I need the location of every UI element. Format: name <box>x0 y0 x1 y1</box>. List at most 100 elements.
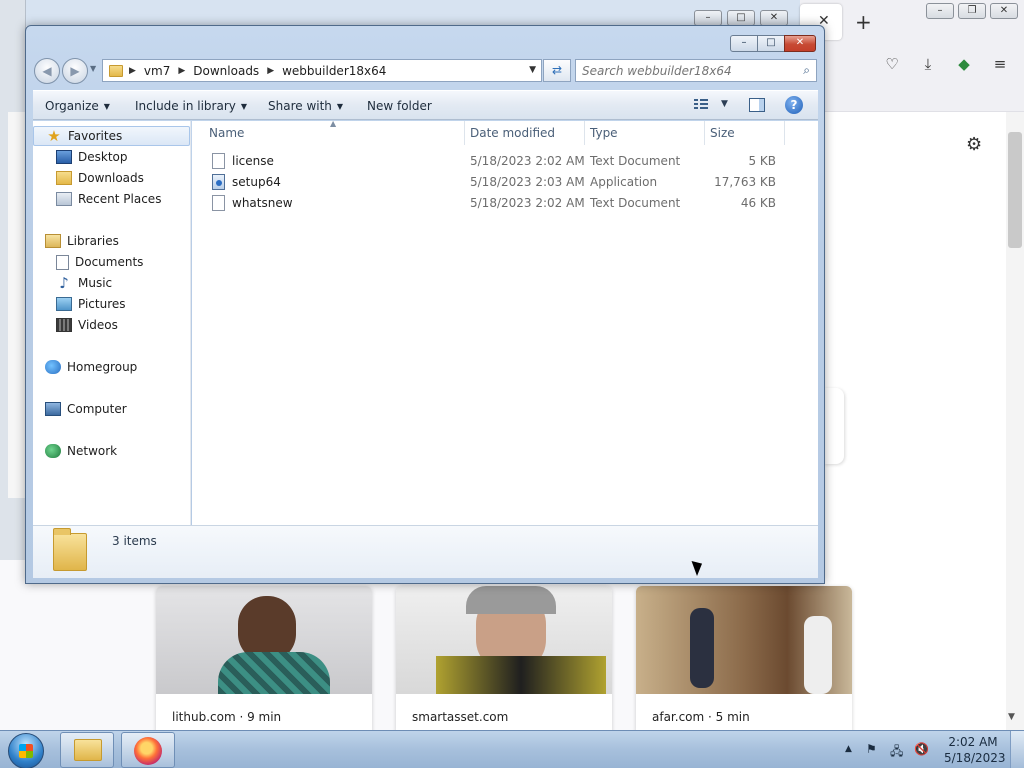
videos-icon <box>56 318 72 332</box>
include-in-library-button[interactable]: Include in library ▼ <box>135 99 247 113</box>
network-tray-icon[interactable]: 🖧 <box>890 742 903 763</box>
file-row[interactable]: whatsnew 5/18/2023 2:02 AM Text Document… <box>192 193 792 214</box>
menu-icon[interactable]: ≡ <box>990 54 1010 74</box>
nav-music[interactable]: ♪ Music <box>33 273 190 293</box>
address-bar[interactable]: ▶ vm7 ▶ Downloads ▶ webbuilder18x64 ▼ <box>102 59 542 82</box>
story-card[interactable]: lithub.com · 9 min <box>156 586 372 736</box>
download-icon[interactable]: ⤓ <box>918 54 938 74</box>
taskbar-explorer-button[interactable] <box>60 732 114 768</box>
nav-downloads[interactable]: Downloads <box>33 168 190 188</box>
pictures-icon <box>56 297 72 311</box>
file-date: 5/18/2023 2:02 AM <box>470 196 585 210</box>
homegroup-icon <box>45 360 61 374</box>
preview-pane-icon[interactable] <box>749 98 765 112</box>
scrollbar-thumb[interactable] <box>1008 132 1022 248</box>
column-header-type[interactable]: Type <box>586 121 704 145</box>
browser-restore-button[interactable]: ❐ <box>958 3 986 19</box>
maximize-button[interactable]: □ <box>757 35 785 52</box>
nav-network[interactable]: Network <box>33 441 190 461</box>
story-image <box>156 586 372 694</box>
new-folder-button[interactable]: New folder <box>367 99 432 113</box>
nav-videos[interactable]: Videos <box>33 315 190 335</box>
application-icon <box>212 174 225 190</box>
clock-time: 2:02 AM <box>948 735 998 749</box>
breadcrumb-vm7[interactable]: vm7 <box>144 64 170 78</box>
explorer-window: – □ ✕ ◀ ▶ ▼ ▶ vm7 ▶ Downloads ▶ webbuild… <box>25 25 825 584</box>
nav-libraries[interactable]: Libraries <box>33 231 190 251</box>
breadcrumb-webbuilder[interactable]: webbuilder18x64 <box>282 64 386 78</box>
chevron-down-icon[interactable]: ▼ <box>721 99 728 109</box>
command-bar: Organize ▼ Include in library ▼ Share with… <box>33 90 818 120</box>
story-image <box>636 586 852 694</box>
folder-icon <box>53 528 87 571</box>
file-type: Application <box>590 175 658 189</box>
show-hidden-icons-button[interactable]: ▲ <box>845 744 852 754</box>
folder-icon <box>109 64 123 77</box>
back-button[interactable]: ◀ <box>34 58 60 84</box>
organize-button[interactable]: Organize ▼ <box>45 99 110 113</box>
chevron-right-icon[interactable]: ▶ <box>267 66 274 76</box>
file-size: 17,763 KB <box>714 175 776 189</box>
nav-pictures[interactable]: Pictures <box>33 294 190 314</box>
browser-close-button[interactable]: ✕ <box>990 3 1018 19</box>
background-window-titlebar <box>26 0 800 26</box>
chevron-right-icon[interactable]: ▶ <box>129 66 136 76</box>
nav-desktop[interactable]: Desktop <box>33 147 190 167</box>
background-window-edge <box>0 0 26 560</box>
start-button[interactable] <box>8 733 44 768</box>
network-icon <box>45 444 61 458</box>
story-card[interactable]: afar.com · 5 min <box>636 586 852 736</box>
nav-documents[interactable]: Documents <box>33 252 190 272</box>
taskbar: ▲ ⚑ 🖧 🔇 2:02 AM 5/18/2023 <box>0 730 1024 768</box>
taskbar-firefox-button[interactable] <box>121 732 175 768</box>
gear-icon[interactable]: ⚙ <box>966 134 982 155</box>
navigation-pane: ★ Favorites Desktop Downloads Recent Plac… <box>33 121 191 525</box>
background-minimize-button[interactable]: – <box>694 10 722 26</box>
volume-muted-icon[interactable]: 🔇 <box>914 742 929 756</box>
background-maximize-button[interactable]: □ <box>727 10 755 26</box>
file-name: license <box>232 154 274 168</box>
action-center-flag-icon[interactable]: ⚑ <box>866 742 877 756</box>
nav-favorites[interactable]: ★ Favorites <box>33 126 190 146</box>
refresh-button[interactable]: ⇄ <box>543 59 571 82</box>
nav-homegroup[interactable]: Homegroup <box>33 357 190 377</box>
nav-recent-places[interactable]: Recent Places <box>33 189 190 209</box>
system-clock[interactable]: 2:02 AM 5/18/2023 <box>944 734 1006 766</box>
file-name: whatsnew <box>232 196 293 210</box>
scroll-down-icon[interactable]: ▼ <box>1008 712 1015 722</box>
column-header-name[interactable]: Name <box>205 121 465 145</box>
file-type: Text Document <box>590 196 681 210</box>
text-document-icon <box>212 195 225 211</box>
help-icon[interactable]: ? <box>785 96 803 114</box>
search-box[interactable]: ⌕ <box>575 59 817 82</box>
extension-icon[interactable]: ◆ <box>954 54 974 74</box>
forward-button[interactable]: ▶ <box>62 58 88 84</box>
share-with-button[interactable]: Share with ▼ <box>268 99 343 113</box>
view-options-icon[interactable] <box>694 99 708 111</box>
story-card[interactable]: smartasset.com <box>396 586 612 736</box>
browser-minimize-button[interactable]: – <box>926 3 954 19</box>
chevron-down-icon: ▼ <box>240 102 248 111</box>
column-header-date-modified[interactable]: Date modified <box>466 121 584 145</box>
file-date: 5/18/2023 2:03 AM <box>470 175 585 189</box>
file-row[interactable]: setup64 5/18/2023 2:03 AM Application 17… <box>192 172 792 193</box>
nav-computer[interactable]: Computer <box>33 399 190 419</box>
column-header-size[interactable]: Size <box>706 121 786 145</box>
chevron-right-icon[interactable]: ▶ <box>178 66 185 76</box>
show-desktop-button[interactable] <box>1010 731 1024 768</box>
pocket-icon[interactable]: ♡ <box>882 54 902 74</box>
navigation-bar: ◀ ▶ ▼ ▶ vm7 ▶ Downloads ▶ webbuilder18x6… <box>34 58 818 84</box>
file-row[interactable]: license 5/18/2023 2:02 AM Text Document … <box>192 151 792 172</box>
address-dropdown-icon[interactable]: ▼ <box>529 65 536 75</box>
search-input[interactable] <box>576 60 786 81</box>
background-close-button[interactable]: ✕ <box>760 10 788 26</box>
minimize-button[interactable]: – <box>730 35 758 52</box>
recent-pages-dropdown[interactable]: ▼ <box>90 64 96 73</box>
search-icon[interactable]: ⌕ <box>803 63 810 78</box>
star-icon: ★ <box>47 127 61 145</box>
new-tab-button[interactable]: + <box>855 10 872 34</box>
breadcrumb-downloads[interactable]: Downloads <box>193 64 259 78</box>
firefox-icon <box>134 737 162 765</box>
close-button[interactable]: ✕ <box>784 35 816 52</box>
folder-icon <box>74 739 102 761</box>
